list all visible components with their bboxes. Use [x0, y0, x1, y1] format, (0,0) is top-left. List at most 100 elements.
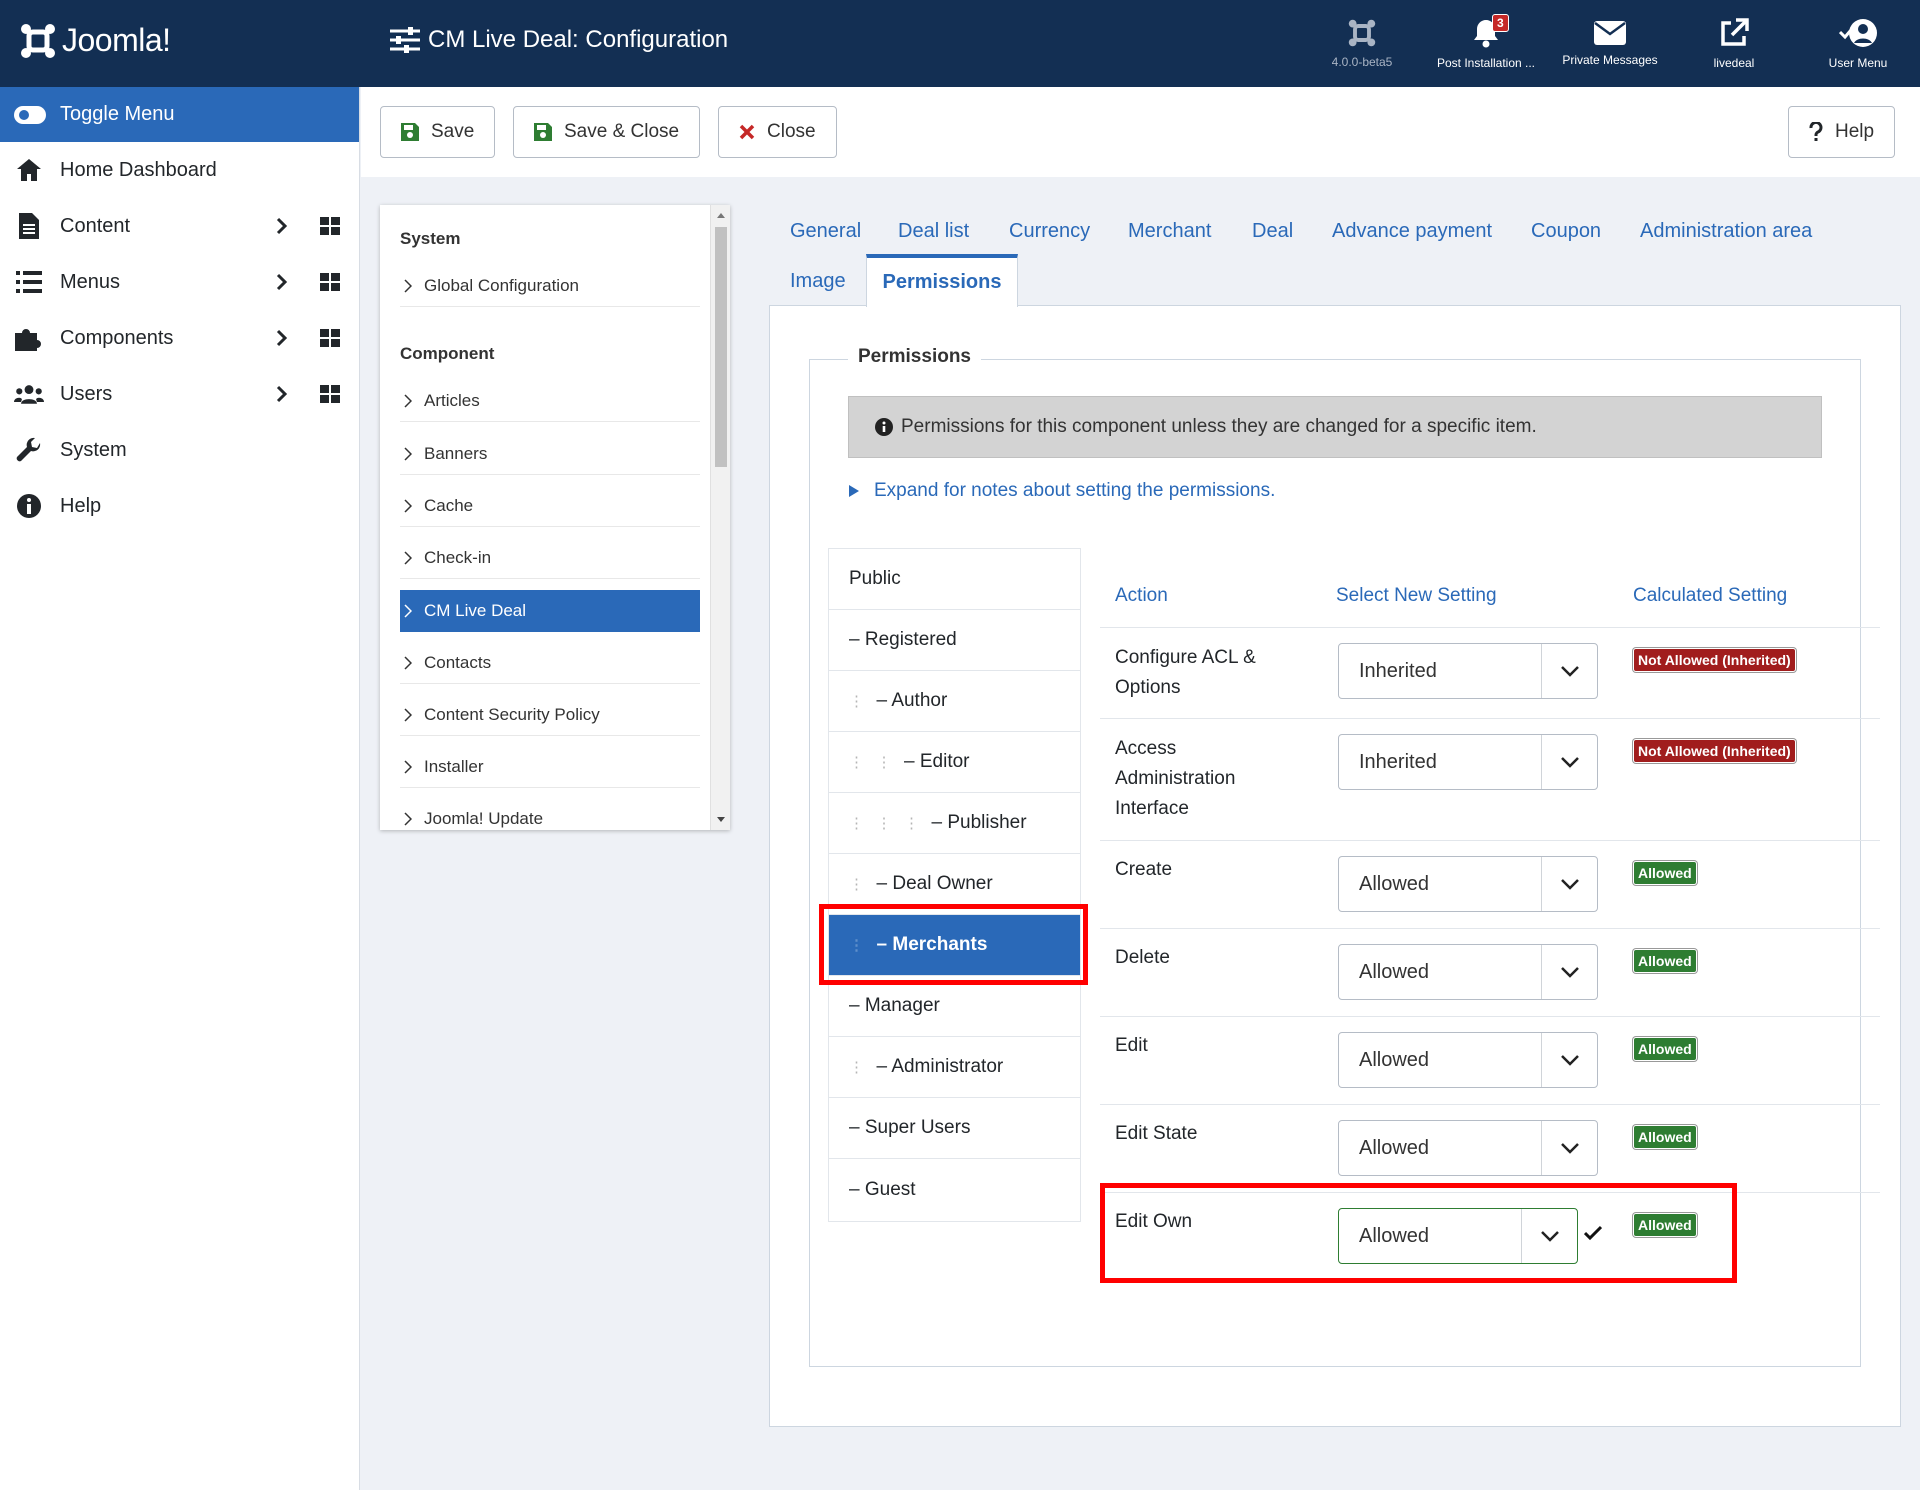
indent-dots: ⋮ ⋮ ⋮: [849, 815, 932, 832]
chevron-down-icon: [1541, 857, 1597, 911]
row-divider: [1100, 1016, 1880, 1017]
group-item-super-users[interactable]: – Super Users: [829, 1098, 1080, 1159]
setting-value: Allowed: [1359, 1048, 1430, 1071]
dashboard-grid-icon[interactable]: [320, 385, 340, 403]
notification-count-badge: 3: [1492, 14, 1509, 32]
group-item-publisher[interactable]: ⋮ ⋮ ⋮ – Publisher: [829, 793, 1080, 854]
sidebar-item-users[interactable]: Users: [0, 366, 359, 422]
config-nav-item-active[interactable]: CM Live Deal: [400, 590, 700, 632]
chevron-right-icon[interactable]: [276, 217, 288, 235]
alert-text: Permissions for this component unless th…: [901, 416, 1537, 437]
setting-value: Inherited: [1359, 659, 1437, 682]
setting-select[interactable]: Allowed: [1338, 856, 1598, 912]
tab-merchant[interactable]: Merchant: [1128, 220, 1211, 243]
group-item-author[interactable]: ⋮ – Author: [829, 671, 1080, 732]
tab-image[interactable]: Image: [790, 270, 846, 293]
private-messages-button[interactable]: Private Messages: [1548, 0, 1672, 87]
site-link-button[interactable]: livedeal: [1672, 0, 1796, 87]
chevron-right-icon: [404, 707, 412, 722]
setting-value: Allowed: [1359, 960, 1430, 983]
group-label: – Editor: [904, 751, 970, 772]
private-messages-label: Private Messages: [1562, 52, 1658, 67]
group-label: – Deal Owner: [876, 873, 993, 894]
joomla-logo[interactable]: Joomla!: [20, 22, 171, 59]
group-item-administrator[interactable]: ⋮ – Administrator: [829, 1037, 1080, 1098]
expand-notes-toggle[interactable]: Expand for notes about setting the permi…: [848, 480, 1275, 502]
group-item-editor[interactable]: ⋮ ⋮ – Editor: [829, 732, 1080, 793]
dashboard-grid-icon[interactable]: [320, 273, 340, 291]
config-nav-label: Installer: [424, 756, 484, 776]
home-icon: [14, 158, 44, 182]
chevron-down-icon: [1541, 945, 1597, 999]
toolbar: Save Save & Close Close Help: [361, 87, 1920, 177]
dashboard-grid-icon[interactable]: [320, 329, 340, 347]
setting-select[interactable]: Allowed: [1338, 1032, 1598, 1088]
sidebar: Toggle Menu Home Dashboard Content Menus…: [0, 87, 360, 1490]
chevron-right-icon[interactable]: [276, 385, 288, 403]
chevron-right-icon: [404, 604, 412, 618]
config-nav-item[interactable]: Check-in: [400, 537, 700, 579]
chevron-down-icon: [1541, 1121, 1597, 1175]
config-nav-item[interactable]: Banners: [400, 433, 700, 475]
setting-select[interactable]: Allowed: [1338, 1120, 1598, 1176]
merchants-highlight-box: [819, 904, 1088, 985]
chevron-right-icon[interactable]: [276, 273, 288, 291]
tab-general[interactable]: General: [790, 220, 861, 243]
group-item-manager[interactable]: – Manager: [829, 976, 1080, 1037]
tab-advance-payment[interactable]: Advance payment: [1332, 220, 1492, 243]
setting-select[interactable]: Inherited: [1338, 734, 1598, 790]
config-nav-item[interactable]: Contacts: [400, 642, 700, 684]
chevron-right-icon: [404, 550, 412, 565]
scrollbar-thumb[interactable]: [715, 227, 727, 467]
sidebar-item-system[interactable]: System: [0, 422, 359, 478]
setting-select[interactable]: Allowed: [1338, 944, 1598, 1000]
sidebar-item-components[interactable]: Components: [0, 310, 359, 366]
chevron-right-icon[interactable]: [276, 329, 288, 347]
config-nav-item[interactable]: Installer: [400, 746, 700, 788]
group-item-public[interactable]: Public: [829, 549, 1080, 610]
sidebar-item-home-dashboard[interactable]: Home Dashboard: [0, 142, 359, 198]
setting-select[interactable]: Inherited: [1338, 643, 1598, 699]
sidebar-item-content[interactable]: Content: [0, 198, 359, 254]
close-button[interactable]: Close: [718, 106, 837, 158]
tab-deal[interactable]: Deal: [1252, 220, 1293, 243]
sidebar-item-help[interactable]: Help: [0, 478, 359, 534]
tab-permissions[interactable]: Permissions: [866, 254, 1018, 307]
config-nav-item[interactable]: Joomla! Update: [400, 798, 700, 830]
config-nav-global-configuration[interactable]: Global Configuration: [400, 265, 700, 307]
chevron-right-icon: [404, 811, 412, 826]
save-label: Save: [431, 121, 475, 142]
tab-administration-area[interactable]: Administration area: [1640, 220, 1812, 243]
config-nav-item[interactable]: Content Security Policy: [400, 694, 700, 736]
group-item-registered[interactable]: – Registered: [829, 610, 1080, 671]
group-item-guest[interactable]: – Guest: [829, 1159, 1080, 1220]
sidebar-item-label: Menus: [60, 270, 121, 293]
logo-text: Joomla!: [62, 22, 171, 58]
dashboard-grid-icon[interactable]: [320, 217, 340, 235]
version-button[interactable]: 4.0.0-beta5: [1300, 0, 1424, 87]
header-actions: 4.0.0-beta5 3 Post Installation ... Priv…: [1300, 0, 1920, 87]
chevron-right-icon: [404, 278, 412, 293]
user-menu-button[interactable]: User Menu: [1796, 0, 1920, 87]
config-nav-item[interactable]: Articles: [400, 380, 700, 422]
chevron-right-icon: [404, 759, 412, 774]
calculated-badge: Not Allowed (Inherited): [1633, 648, 1796, 672]
chevron-right-icon: [404, 498, 412, 513]
caret-right-icon: [849, 485, 859, 497]
config-nav-item[interactable]: Cache: [400, 485, 700, 527]
save-close-button[interactable]: Save & Close: [513, 106, 701, 158]
tab-coupon[interactable]: Coupon: [1531, 220, 1601, 243]
toggle-menu-button[interactable]: Toggle Menu: [0, 87, 359, 142]
config-nav-scrollbar[interactable]: [710, 205, 730, 830]
tab-currency[interactable]: Currency: [1009, 220, 1090, 243]
list-icon: [14, 271, 44, 293]
action-label: Edit State: [1115, 1123, 1198, 1144]
sidebar-item-label: System: [60, 438, 127, 461]
indent-dots: ⋮: [849, 693, 877, 710]
save-button[interactable]: Save: [380, 106, 496, 158]
post-installation-button[interactable]: 3 Post Installation ...: [1424, 0, 1548, 87]
sidebar-item-menus[interactable]: Menus: [0, 254, 359, 310]
help-button[interactable]: Help: [1788, 106, 1896, 158]
external-link-icon: [1721, 17, 1749, 46]
tab-deal-list[interactable]: Deal list: [898, 220, 969, 243]
